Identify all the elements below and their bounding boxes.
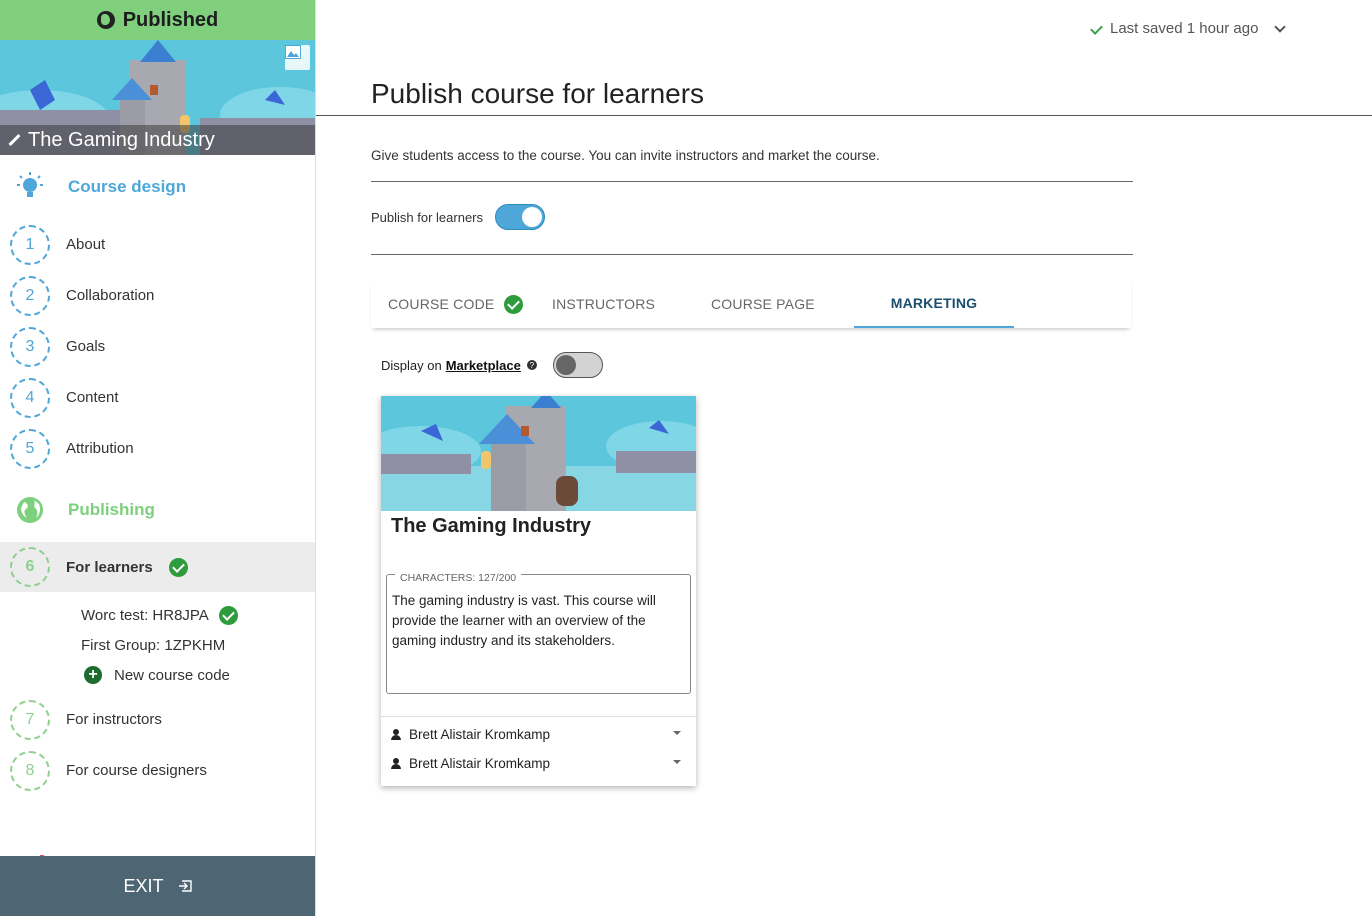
divider bbox=[381, 716, 696, 717]
step-number: 4 bbox=[10, 377, 50, 418]
description-field[interactable]: CHARACTERS: 127/200 The gaming industry … bbox=[386, 568, 691, 694]
tab-label: COURSE CODE bbox=[388, 296, 495, 312]
author-select[interactable]: Brett Alistair Kromkamp bbox=[391, 727, 686, 742]
caret-down-icon bbox=[673, 760, 681, 764]
course-title: The Gaming Industry bbox=[28, 128, 215, 151]
exit-icon bbox=[178, 880, 192, 892]
page-intro: Give students access to the course. You … bbox=[371, 148, 880, 163]
sidebar-item-attribution[interactable]: 5 Attribution bbox=[0, 423, 315, 474]
step-number: 5 bbox=[10, 428, 50, 469]
publish-toggle-row: Publish for learners bbox=[371, 204, 545, 230]
publish-for-learners-toggle[interactable] bbox=[495, 204, 545, 230]
marketplace-link[interactable]: Marketplace bbox=[446, 358, 521, 373]
sidebar-item-goals[interactable]: 3 Goals bbox=[0, 321, 315, 372]
exit-button[interactable]: EXIT bbox=[0, 856, 315, 916]
sidebar-item-label: For learners bbox=[66, 558, 153, 576]
sidebar-item-label: Goals bbox=[66, 338, 106, 355]
check-circle-icon bbox=[504, 294, 524, 314]
person-icon bbox=[391, 758, 401, 769]
sidebar-item-label: Attribution bbox=[66, 440, 134, 457]
sidebar-item-collaboration[interactable]: 2 Collaboration bbox=[0, 270, 315, 321]
published-status: Published bbox=[122, 8, 219, 31]
sidebar-item-label: About bbox=[66, 236, 106, 253]
globe-icon bbox=[96, 11, 115, 29]
marketplace-prefix: Display on bbox=[381, 357, 442, 373]
display-on-marketplace-toggle[interactable] bbox=[552, 352, 603, 378]
card-title: The Gaming Industry bbox=[391, 515, 592, 537]
save-status-dropdown[interactable]: Last saved 1 hour ago bbox=[1090, 20, 1287, 37]
step-number: 3 bbox=[10, 326, 50, 367]
check-circle-icon bbox=[168, 557, 188, 577]
tab-bar: COURSE CODE INSTRUCTORS COURSE PAGE MARK… bbox=[371, 280, 1131, 328]
published-banner: Published bbox=[0, 0, 315, 40]
sidebar-item-label: For instructors bbox=[66, 711, 162, 728]
step-number: 6 bbox=[10, 547, 50, 587]
sidebar: Published The Gaming Industry Course des… bbox=[0, 0, 316, 916]
course-title-bar[interactable]: The Gaming Industry bbox=[0, 125, 315, 155]
sidebar-item-for-instructors[interactable]: 7 For instructors bbox=[0, 694, 315, 745]
page-title: Publish course for learners bbox=[371, 78, 705, 109]
person-icon bbox=[391, 729, 401, 740]
change-image-button[interactable] bbox=[285, 45, 310, 70]
sidebar-item-label: Content bbox=[66, 389, 119, 406]
divider bbox=[371, 181, 1133, 182]
course-code-item[interactable]: First Group: 1ZPKHM bbox=[0, 630, 315, 660]
new-course-code-label: New course code bbox=[114, 666, 230, 684]
sidebar-item-content[interactable]: 4 Content bbox=[0, 372, 315, 423]
sidebar-item-for-course-designers[interactable]: 8 For course designers bbox=[0, 745, 315, 796]
pencil-icon bbox=[8, 134, 20, 146]
step-number: 2 bbox=[10, 275, 50, 316]
globe-icon bbox=[17, 497, 43, 523]
help-icon[interactable]: ? bbox=[526, 360, 537, 370]
chevron-down-icon bbox=[1274, 20, 1287, 33]
sidebar-item-about[interactable]: 1 About bbox=[0, 219, 315, 270]
tab-label: INSTRUCTORS bbox=[552, 296, 656, 312]
castle-illustration bbox=[381, 396, 696, 511]
tab-course-page[interactable]: COURSE PAGE bbox=[711, 280, 815, 328]
course-hero-image: The Gaming Industry bbox=[0, 40, 315, 155]
marketplace-preview-card: The Gaming Industry CHARACTERS: 127/200 … bbox=[381, 396, 696, 786]
card-image bbox=[381, 396, 696, 511]
description-text: The gaming industry is vast. This course… bbox=[392, 593, 656, 648]
tab-instructors[interactable]: INSTRUCTORS bbox=[552, 280, 655, 328]
step-number: 7 bbox=[10, 699, 50, 740]
author-name: Brett Alistair Kromkamp bbox=[409, 756, 551, 771]
plus-circle-icon: + bbox=[84, 666, 102, 684]
author-name: Brett Alistair Kromkamp bbox=[409, 727, 551, 742]
check-icon bbox=[1090, 23, 1102, 35]
lightbulb-icon bbox=[17, 172, 43, 197]
tab-marketing[interactable]: MARKETING bbox=[854, 280, 1014, 328]
author-select[interactable]: Brett Alistair Kromkamp bbox=[391, 756, 686, 771]
exit-label: EXIT bbox=[123, 875, 164, 896]
course-code-label: Worc test: HR8JPA bbox=[81, 606, 209, 624]
section-course-design-label: Course design bbox=[68, 177, 187, 196]
character-count: CHARACTERS: 127/200 bbox=[395, 568, 522, 588]
divider bbox=[316, 115, 1372, 116]
publish-toggle-label: Publish for learners bbox=[371, 209, 483, 225]
sidebar-item-label: Collaboration bbox=[66, 287, 155, 304]
section-publishing-label: Publishing bbox=[68, 500, 155, 519]
image-icon bbox=[285, 45, 301, 59]
step-number: 8 bbox=[10, 750, 50, 791]
tab-label: MARKETING bbox=[890, 295, 978, 311]
save-status-text: Last saved 1 hour ago bbox=[1110, 20, 1259, 37]
new-course-code-button[interactable]: + New course code bbox=[0, 660, 315, 690]
sidebar-item-for-learners[interactable]: 6 For learners bbox=[0, 542, 315, 592]
course-code-label: First Group: 1ZPKHM bbox=[81, 636, 226, 654]
marketplace-row: Display on Marketplace ? bbox=[381, 352, 603, 378]
caret-down-icon bbox=[673, 731, 681, 735]
step-number: 1 bbox=[10, 224, 50, 265]
divider bbox=[371, 254, 1133, 255]
section-publishing[interactable]: Publishing bbox=[0, 478, 315, 542]
course-code-item[interactable]: Worc test: HR8JPA bbox=[0, 600, 315, 630]
sidebar-item-label: For course designers bbox=[66, 762, 207, 779]
tab-label: COURSE PAGE bbox=[711, 296, 815, 312]
section-course-design[interactable]: Course design bbox=[0, 155, 315, 219]
tab-course-code[interactable]: COURSE CODE bbox=[388, 280, 524, 328]
check-circle-icon bbox=[218, 605, 238, 625]
